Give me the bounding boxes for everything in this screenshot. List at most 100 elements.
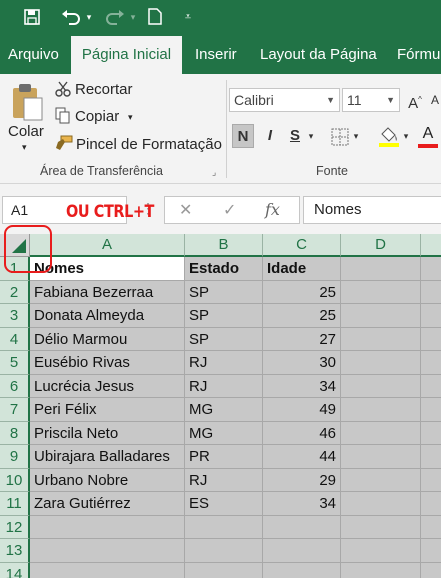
table-cell[interactable] [341,421,421,445]
insert-function-icon[interactable]: fx [265,200,280,219]
table-cell[interactable]: 29 [263,468,341,492]
row-header[interactable]: 5 [0,351,30,375]
table-cell[interactable] [341,562,421,578]
tab-formulas[interactable]: Fórmul [397,36,441,74]
cancel-icon[interactable]: ✕ [179,200,192,220]
table-cell[interactable]: Eusébio Rivas [30,351,185,375]
table-cell[interactable] [263,539,341,563]
scissors-icon[interactable] [55,81,71,97]
borders-dropdown-icon[interactable]: ▾ [351,124,361,148]
fill-color-icon[interactable] [378,124,400,148]
table-cell[interactable] [30,539,185,563]
undo-icon[interactable] [58,6,84,28]
table-cell[interactable]: MG [185,398,263,422]
table-cell[interactable] [421,516,441,539]
table-cell[interactable]: SP [185,280,263,304]
table-cell[interactable]: Zara Gutiérrez [30,492,185,516]
table-cell[interactable] [341,468,421,492]
table-cell[interactable] [421,469,441,492]
table-cell[interactable] [341,398,421,422]
table-cell[interactable]: 34 [263,374,341,398]
decrease-font-size-button[interactable]: A [428,88,441,112]
copy-button[interactable]: Copiar [75,108,119,125]
paste-button[interactable]: Colar [8,123,44,140]
table-cell[interactable]: MG [185,421,263,445]
cut-button[interactable]: Recortar [75,81,133,98]
row-header[interactable]: 2 [0,280,30,304]
table-cell[interactable] [341,351,421,375]
table-cell[interactable] [341,257,421,281]
row-header[interactable]: 6 [0,374,30,398]
tab-arquivo[interactable]: Arquivo [8,36,59,74]
table-cell[interactable] [341,492,421,516]
table-cell[interactable] [421,563,441,578]
table-cell[interactable]: 25 [263,304,341,328]
underline-dropdown-icon[interactable]: ▾ [306,124,316,148]
tab-layout-da-pagina[interactable]: Layout da Página [260,36,377,74]
tab-inserir[interactable]: Inserir [195,36,237,74]
table-cell[interactable] [185,562,263,578]
table-cell[interactable]: RJ [185,351,263,375]
underline-button[interactable]: S [285,124,305,148]
format-painter-button[interactable]: Pincel de Formatação [76,136,222,153]
table-cell[interactable] [421,257,441,281]
copy-icon[interactable] [55,107,71,125]
table-cell[interactable]: 44 [263,445,341,469]
redo-dropdown-icon[interactable]: ▾ [128,6,138,28]
table-cell[interactable] [421,398,441,422]
table-cell[interactable]: Donata Almeyda [30,304,185,328]
table-cell[interactable] [30,562,185,578]
table-cell[interactable] [30,515,185,539]
new-document-icon[interactable] [144,6,166,28]
table-cell[interactable]: 34 [263,492,341,516]
column-header-d[interactable]: D [341,234,421,257]
table-cell[interactable] [185,539,263,563]
table-cell[interactable]: 30 [263,351,341,375]
customize-qat-icon[interactable]: ⩡ [180,6,196,28]
table-cell[interactable] [263,515,341,539]
table-cell[interactable]: RJ [185,468,263,492]
table-cell[interactable]: Priscila Neto [30,421,185,445]
clipboard-dialog-launcher-icon[interactable]: ⌟ [212,167,216,178]
table-cell[interactable] [341,280,421,304]
table-cell[interactable] [341,304,421,328]
table-cell[interactable]: 46 [263,421,341,445]
table-cell[interactable]: Fabiana Bezerraa [30,280,185,304]
table-cell[interactable]: 27 [263,327,341,351]
redo-icon[interactable] [102,6,128,28]
table-cell[interactable]: Urbano Nobre [30,468,185,492]
row-header[interactable]: 3 [0,304,30,328]
table-cell[interactable] [421,351,441,375]
table-cell[interactable]: ES [185,492,263,516]
table-cell[interactable]: SP [185,327,263,351]
tab-pagina-inicial[interactable]: Página Inicial [71,36,182,74]
table-cell[interactable]: 25 [263,280,341,304]
font-color-button[interactable]: A [418,124,438,148]
borders-icon[interactable] [331,128,349,146]
row-header[interactable]: 7 [0,398,30,422]
bold-button[interactable]: N [232,124,254,148]
paste-icon[interactable] [10,82,44,122]
table-cell[interactable]: SP [185,304,263,328]
row-header[interactable]: 8 [0,421,30,445]
table-cell[interactable] [263,562,341,578]
row-header[interactable]: 12 [0,515,30,539]
table-cell[interactable] [341,515,421,539]
italic-button[interactable]: I [260,124,280,148]
row-header[interactable]: 9 [0,445,30,469]
column-header-c[interactable]: C [263,234,341,257]
column-header-a[interactable]: A [30,234,185,257]
copy-dropdown-icon[interactable]: ▾ [128,112,133,123]
font-size-select[interactable]: 11 ▼ [342,88,400,112]
row-header[interactable]: 11 [0,492,30,516]
format-painter-icon[interactable] [55,135,73,151]
increase-font-size-button[interactable]: A^ [405,88,425,112]
undo-dropdown-icon[interactable]: ▾ [84,6,94,28]
paste-dropdown-icon[interactable]: ▾ [22,142,27,153]
row-header[interactable]: 4 [0,327,30,351]
row-header[interactable]: 14 [0,562,30,578]
formula-input[interactable]: Nomes [303,196,441,224]
table-cell[interactable]: Peri Félix [30,398,185,422]
table-cell[interactable] [421,304,441,328]
table-cell[interactable] [341,539,421,563]
